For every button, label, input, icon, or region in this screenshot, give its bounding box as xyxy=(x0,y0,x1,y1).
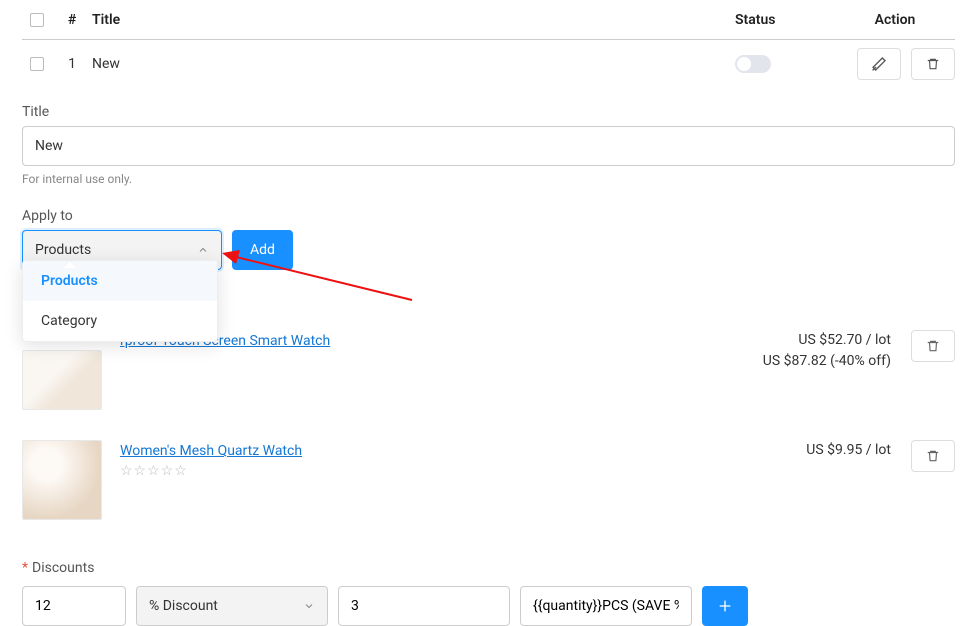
discounts-label-text: Discounts xyxy=(32,560,94,576)
title-label: Title xyxy=(22,104,955,120)
table-row: 1 New xyxy=(22,40,955,88)
col-header-title: Title xyxy=(92,12,735,28)
price-line: US $52.70 / lot xyxy=(763,330,891,351)
apply-to-dropdown: Products Category xyxy=(22,260,218,342)
chevron-down-icon xyxy=(303,600,315,612)
discount-template-input[interactable] xyxy=(520,586,692,626)
col-header-index: # xyxy=(52,12,92,28)
chevron-up-icon xyxy=(197,244,209,256)
required-asterisk: * xyxy=(22,560,28,576)
discounts-row: % Discount xyxy=(22,586,955,626)
discount-type-select[interactable]: % Discount xyxy=(136,586,328,626)
product-link[interactable]: Women's Mesh Quartz Watch xyxy=(120,443,302,459)
apply-to-label: Apply to xyxy=(22,208,955,224)
price-line: US $87.82 (-40% off) xyxy=(763,351,891,372)
status-toggle[interactable] xyxy=(735,55,771,73)
discounts-label: *Discounts xyxy=(22,560,955,576)
add-discount-button[interactable] xyxy=(702,586,748,626)
col-header-status: Status xyxy=(735,12,835,28)
col-header-action: Action xyxy=(835,12,955,28)
title-input[interactable] xyxy=(22,126,955,166)
product-row: rproof Touch Screen Smart Watch US $52.7… xyxy=(22,330,955,410)
table-header: # Title Status Action xyxy=(22,0,955,40)
trash-icon xyxy=(926,338,940,354)
select-all-checkbox[interactable] xyxy=(30,13,44,27)
dropdown-option-category[interactable]: Category xyxy=(23,301,217,341)
trash-icon xyxy=(926,448,940,464)
product-thumbnail[interactable] xyxy=(22,350,102,410)
remove-product-button[interactable] xyxy=(911,440,955,472)
price-line: US $9.95 / lot xyxy=(806,440,891,461)
rating-stars: ☆☆☆☆☆ xyxy=(120,463,806,479)
delete-button[interactable] xyxy=(911,48,955,80)
product-row: Women's Mesh Quartz Watch ☆☆☆☆☆ US $9.95… xyxy=(22,440,955,520)
dropdown-option-products[interactable]: Products xyxy=(23,261,217,301)
edit-button[interactable] xyxy=(857,48,901,80)
row-index: 1 xyxy=(52,56,92,72)
title-hint: For internal use only. xyxy=(22,172,955,186)
discount-amount-input[interactable] xyxy=(338,586,510,626)
discount-type-selected: % Discount xyxy=(149,598,218,614)
discount-qty-input[interactable] xyxy=(22,586,126,626)
row-checkbox[interactable] xyxy=(30,57,44,71)
trash-icon xyxy=(926,56,940,72)
product-thumbnail[interactable] xyxy=(22,440,102,520)
product-price: US $52.70 / lot US $87.82 (-40% off) xyxy=(763,330,905,372)
pencil-icon xyxy=(871,56,887,72)
product-price: US $9.95 / lot xyxy=(806,440,905,461)
plus-icon xyxy=(717,598,733,614)
add-button[interactable]: Add xyxy=(232,230,293,270)
row-title: New xyxy=(92,56,735,72)
remove-product-button[interactable] xyxy=(911,330,955,362)
